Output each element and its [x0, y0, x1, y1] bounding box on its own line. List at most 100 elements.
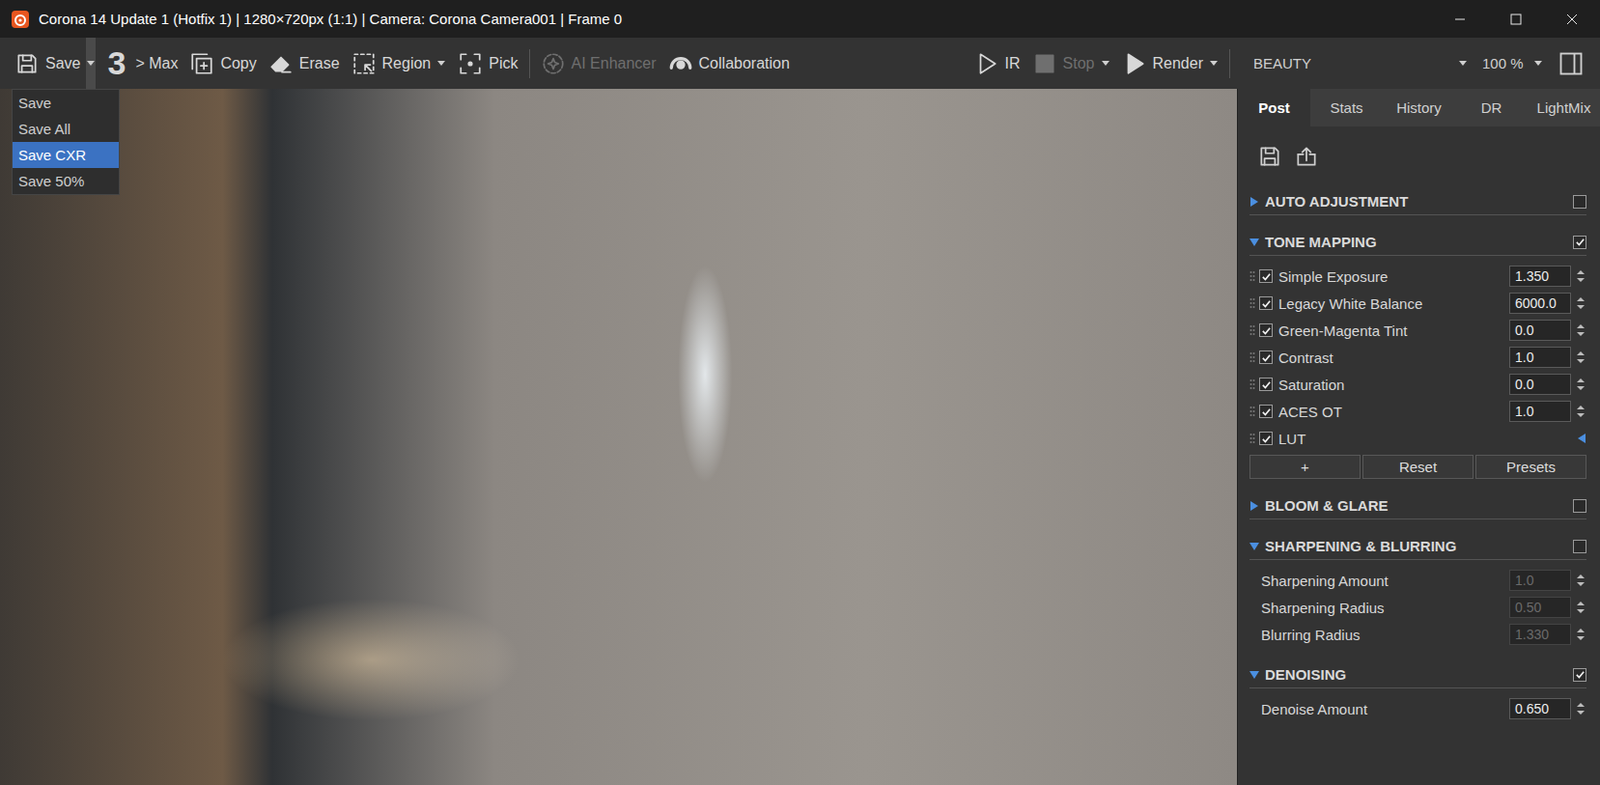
- spinner-icon[interactable]: [1574, 402, 1587, 421]
- spinner-icon[interactable]: [1574, 267, 1587, 285]
- menu-item[interactable]: Save CXR: [12, 141, 119, 169]
- checkbox[interactable]: [1572, 539, 1587, 554]
- pick-button[interactable]: Pick: [454, 37, 521, 89]
- spinner-icon[interactable]: [1574, 375, 1587, 393]
- checkbox[interactable]: [1259, 323, 1273, 337]
- section-header[interactable]: DENOISING: [1249, 661, 1587, 689]
- lut-expand-icon[interactable]: [1576, 433, 1587, 444]
- section-header[interactable]: AUTO ADJUSTMENT: [1249, 188, 1587, 216]
- checkbox[interactable]: [1572, 235, 1587, 250]
- button-row: +ResetPresets: [1249, 454, 1587, 479]
- param-row: Legacy White Balance6000.0: [1249, 289, 1587, 317]
- select-box[interactable]: BEAUTY: [1251, 55, 1469, 72]
- expand-triangle-icon[interactable]: [1249, 237, 1260, 248]
- eraser-icon: [268, 51, 294, 77]
- spinner-icon[interactable]: [1574, 294, 1587, 312]
- checkbox[interactable]: [1259, 377, 1273, 392]
- save-button[interactable]: Save: [11, 37, 99, 89]
- param-label: Sharpening Amount: [1261, 572, 1506, 590]
- spinner-icon[interactable]: [1574, 571, 1587, 590]
- expand-triangle-icon[interactable]: [1249, 670, 1260, 680]
- section-content: Simple Exposure1.350Legacy White Balance…: [1249, 255, 1587, 479]
- section-header[interactable]: BLOOM & GLARE: [1249, 492, 1587, 520]
- checkbox[interactable]: [1259, 269, 1273, 283]
- dropdown-arrow-icon: [1209, 60, 1218, 66]
- dropdown-toggle[interactable]: [436, 37, 447, 89]
- param-row: Saturation0.0: [1249, 370, 1587, 398]
- menu-item[interactable]: Save 50%: [12, 168, 119, 195]
- section-header[interactable]: SHARPENING & BLURRING: [1249, 533, 1587, 561]
- select-box[interactable]: 100 %: [1480, 55, 1544, 72]
- checkbox[interactable]: [1259, 296, 1273, 310]
- minimize-button[interactable]: [1431, 0, 1488, 38]
- dropdown-toggle[interactable]: [1100, 37, 1111, 89]
- spinner-icon[interactable]: [1574, 625, 1587, 644]
- drag-handle-icon[interactable]: [1249, 405, 1256, 418]
- panel-toggle-icon[interactable]: [1557, 50, 1585, 78]
- value-field[interactable]: 1.0: [1509, 400, 1572, 422]
- copy-button[interactable]: Copy: [186, 37, 259, 89]
- render-button[interactable]: Render: [1119, 37, 1222, 89]
- value-field[interactable]: 1.330: [1509, 623, 1572, 646]
- expand-triangle-icon[interactable]: [1249, 501, 1260, 511]
- tab[interactable]: DR: [1455, 88, 1528, 127]
- panel-button[interactable]: Presets: [1475, 454, 1587, 479]
- tab[interactable]: Stats: [1310, 88, 1383, 127]
- drag-handle-icon[interactable]: [1249, 270, 1256, 282]
- expand-triangle-icon[interactable]: [1249, 541, 1260, 552]
- ai-button[interactable]: AI Enhancer: [537, 37, 660, 89]
- section: DENOISING Denoise Amount0.650: [1249, 661, 1587, 723]
- value-field[interactable]: 6000.0: [1509, 292, 1572, 314]
- panel-button[interactable]: +: [1249, 454, 1361, 479]
- drag-handle-icon[interactable]: [1249, 324, 1256, 337]
- dropdown-toggle[interactable]: [85, 37, 96, 89]
- region-button[interactable]: Region: [348, 37, 450, 89]
- dropdown-toggle[interactable]: [1208, 37, 1219, 89]
- drag-handle-icon[interactable]: [1249, 432, 1256, 445]
- value-field[interactable]: 1.350: [1509, 265, 1572, 287]
- param-label: Sharpening Radius: [1261, 599, 1506, 617]
- value-field[interactable]: 0.650: [1509, 698, 1572, 720]
- tab[interactable]: Post: [1237, 88, 1311, 127]
- value-field[interactable]: 1.0: [1509, 569, 1572, 591]
- spinner-icon[interactable]: [1574, 348, 1587, 366]
- param-label: Denoise Amount: [1261, 701, 1506, 718]
- section-header[interactable]: TONE MAPPING: [1249, 228, 1587, 256]
- maximize-button[interactable]: [1487, 0, 1544, 38]
- value-field[interactable]: 0.0: [1509, 373, 1572, 395]
- ir-button[interactable]: IR: [971, 37, 1024, 89]
- checkbox[interactable]: [1572, 195, 1587, 209]
- close-button[interactable]: [1543, 0, 1600, 38]
- value-field[interactable]: 1.0: [1509, 346, 1572, 368]
- collab-button[interactable]: Collaboration: [665, 37, 793, 89]
- stop-button[interactable]: Stop: [1029, 37, 1114, 89]
- menu-item[interactable]: Save All: [12, 115, 119, 142]
- tab[interactable]: History: [1382, 88, 1456, 127]
- side-panel: PostStatsHistoryDRLightMix AUTO ADJUSTMEN…: [1236, 88, 1600, 785]
- param-row: Sharpening Radius0.50: [1249, 593, 1587, 621]
- checkbox[interactable]: [1572, 668, 1587, 682]
- panel-button[interactable]: Reset: [1362, 454, 1474, 479]
- value-field[interactable]: 0.0: [1509, 319, 1572, 341]
- render-view[interactable]: [0, 88, 1237, 785]
- value-field[interactable]: 0.50: [1509, 596, 1572, 618]
- floppy-icon: [14, 51, 40, 77]
- drag-handle-icon[interactable]: [1249, 297, 1256, 309]
- param-row: ACES OT1.0: [1249, 397, 1587, 425]
- expand-triangle-icon[interactable]: [1249, 196, 1260, 207]
- checkbox[interactable]: [1572, 499, 1587, 513]
- spinner-icon[interactable]: [1574, 321, 1587, 339]
- drag-handle-icon[interactable]: [1249, 351, 1256, 364]
- drag-handle-icon[interactable]: [1249, 378, 1256, 391]
- max-button[interactable]: 3> Max: [104, 37, 181, 89]
- section-title: AUTO ADJUSTMENT: [1264, 193, 1568, 210]
- menu-item[interactable]: Save: [12, 89, 119, 116]
- tab[interactable]: LightMix: [1527, 88, 1600, 127]
- play-outline-icon: [974, 51, 1000, 77]
- checkbox[interactable]: [1259, 404, 1273, 419]
- checkbox[interactable]: [1259, 350, 1273, 365]
- spinner-icon[interactable]: [1574, 598, 1587, 617]
- checkbox[interactable]: [1259, 431, 1273, 446]
- erase-button[interactable]: Erase: [265, 37, 343, 89]
- spinner-icon[interactable]: [1574, 700, 1587, 718]
